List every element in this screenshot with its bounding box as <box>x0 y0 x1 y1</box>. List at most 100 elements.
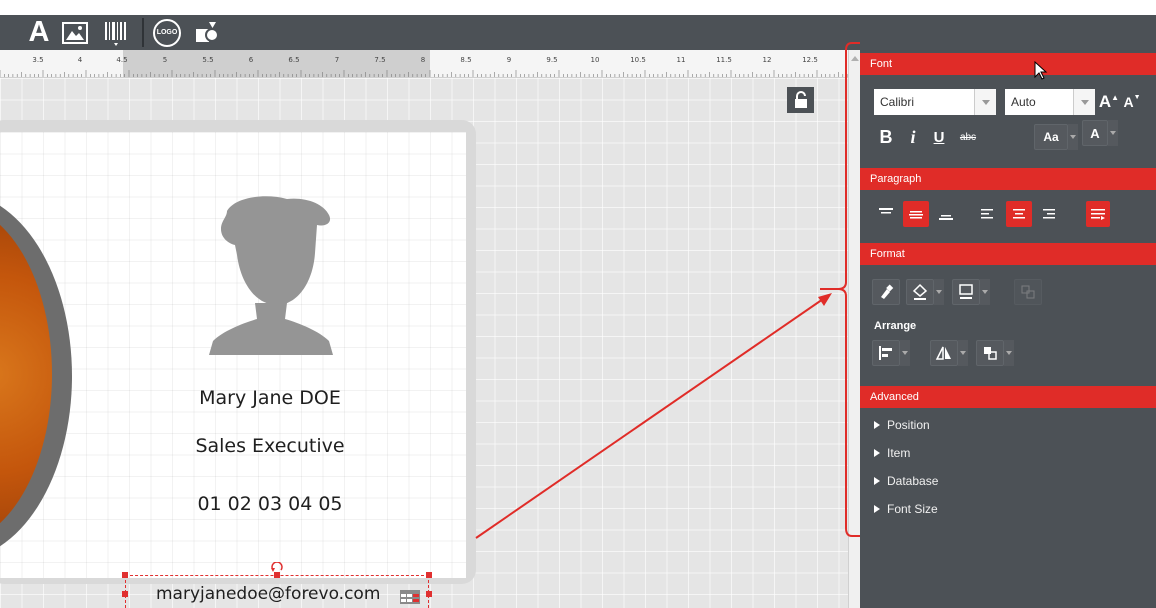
email-text[interactable]: maryjanedoe@forevo.com <box>156 584 380 604</box>
valign-middle-button[interactable] <box>903 201 929 227</box>
toolbar-separator <box>142 18 144 47</box>
bold-button[interactable]: B <box>874 124 898 150</box>
phone-text[interactable]: 01 02 03 04 05 <box>140 493 400 515</box>
shrink-font-icon: A <box>1123 94 1134 110</box>
email-text-selection[interactable]: maryjanedoe@forevo.com <box>122 562 432 608</box>
photo-image <box>0 204 52 544</box>
paragraph-section-header[interactable]: Paragraph <box>860 168 1156 190</box>
font-color-button[interactable]: A <box>1082 120 1108 146</box>
lock-button[interactable] <box>787 87 814 113</box>
design-canvas[interactable]: Mary Jane DOE Sales Executive 01 02 03 0… <box>0 78 848 608</box>
advanced-item-font-size[interactable]: Font Size <box>874 502 938 516</box>
advanced-item-position[interactable]: Position <box>874 418 930 432</box>
ruler-label: 12.5 <box>802 56 818 64</box>
font-family-select[interactable]: Calibri <box>874 89 974 115</box>
align-right-icon <box>1043 209 1055 219</box>
flip-dropdown-icon[interactable] <box>958 340 968 366</box>
align-center-icon <box>1013 209 1025 219</box>
flip-button[interactable] <box>930 340 958 366</box>
ruler-label: 9.5 <box>546 56 558 64</box>
ruler-label: 9 <box>506 56 512 64</box>
photo-frame[interactable] <box>0 192 72 560</box>
resize-handle[interactable] <box>426 572 432 578</box>
layer-order-icon <box>984 347 997 360</box>
image-tool-button[interactable] <box>60 18 90 47</box>
expand-arrow-icon <box>874 477 880 485</box>
resize-handle[interactable] <box>122 591 128 597</box>
ruler-label: 7 <box>334 56 340 64</box>
align-objects-icon <box>879 346 892 360</box>
logo-tool-icon: LOGO <box>153 18 181 47</box>
align-right-button[interactable] <box>1038 201 1060 227</box>
font-size-select[interactable]: Auto <box>1005 89 1073 115</box>
format-section-header[interactable]: Format <box>860 243 1156 265</box>
align-middle-icon <box>909 211 923 219</box>
resize-handle[interactable] <box>122 572 128 578</box>
align-bottom-icon <box>939 215 953 220</box>
font-size-dropdown-icon[interactable] <box>1073 89 1095 115</box>
advanced-item-item[interactable]: Item <box>874 446 910 460</box>
logo-tool-button[interactable]: LOGO <box>152 18 182 47</box>
ruler-label: 12 <box>762 56 772 64</box>
ruler-ticks <box>0 70 848 77</box>
align-objects-button[interactable] <box>872 340 900 366</box>
align-left-button[interactable] <box>976 201 998 227</box>
align-center-button[interactable] <box>1006 201 1032 227</box>
word-wrap-button[interactable] <box>1086 201 1110 227</box>
resize-handle[interactable] <box>426 591 432 597</box>
avatar-placeholder-icon[interactable] <box>205 193 335 355</box>
business-card[interactable]: Mary Jane DOE Sales Executive 01 02 03 0… <box>0 132 466 608</box>
text-case-button[interactable]: Aa <box>1034 124 1068 150</box>
ruler-label: 6 <box>248 56 254 64</box>
grow-font-button[interactable]: A ▲ <box>1098 89 1120 115</box>
ruler-label: 4.5 <box>116 56 128 64</box>
border-color-button[interactable] <box>952 279 980 305</box>
ruler-label: 10.5 <box>630 56 646 64</box>
order-button[interactable] <box>976 340 1004 366</box>
border-color-dropdown-icon[interactable] <box>980 279 990 305</box>
barcode-tool-button[interactable] <box>102 18 130 47</box>
font-family-dropdown-icon[interactable] <box>974 89 996 115</box>
align-top-icon <box>879 208 893 214</box>
fill-color-dropdown-icon[interactable] <box>934 279 944 305</box>
word-wrap-icon <box>1091 209 1105 220</box>
italic-button[interactable]: i <box>902 124 924 150</box>
barcode-tool-icon <box>105 21 126 46</box>
scroll-up-icon[interactable] <box>851 56 859 61</box>
fill-color-button[interactable] <box>906 279 934 305</box>
vertical-scrollbar[interactable] <box>848 50 860 608</box>
shapes-tool-button[interactable] <box>192 18 224 47</box>
advanced-section-header[interactable]: Advanced <box>860 386 1156 408</box>
group-button[interactable] <box>1014 279 1042 305</box>
fill-bucket-icon <box>912 283 928 300</box>
person-name-text[interactable]: Mary Jane DOE <box>140 387 400 409</box>
expand-arrow-icon <box>874 449 880 457</box>
lock-icon <box>794 91 807 108</box>
align-objects-dropdown-icon[interactable] <box>900 340 910 366</box>
text-tool-button[interactable]: A <box>24 16 54 48</box>
image-tool-icon <box>62 21 88 44</box>
border-icon <box>959 284 973 299</box>
font-color-dropdown-icon[interactable] <box>1108 120 1118 146</box>
advanced-item-database[interactable]: Database <box>874 474 938 488</box>
text-case-dropdown-icon[interactable] <box>1068 124 1078 150</box>
ruler-label: 10 <box>590 56 600 64</box>
top-toolbar: A LOGO <box>0 15 1156 50</box>
ruler-label: 4 <box>77 56 83 64</box>
order-dropdown-icon[interactable] <box>1004 340 1014 366</box>
format-painter-button[interactable] <box>872 279 900 305</box>
group-icon <box>1021 285 1035 299</box>
format-painter-icon <box>881 284 894 299</box>
job-title-text[interactable]: Sales Executive <box>140 435 400 457</box>
database-field-icon <box>400 590 420 604</box>
valign-bottom-button[interactable] <box>934 201 958 227</box>
rotate-handle-icon[interactable] <box>269 562 285 574</box>
strikethrough-button[interactable]: abc <box>954 124 982 150</box>
ruler-label: 8.5 <box>460 56 472 64</box>
underline-button[interactable]: U <box>928 124 950 150</box>
shrink-font-button[interactable]: A ▼ <box>1122 89 1142 115</box>
horizontal-ruler: 3.5 4 4.5 5 5.5 6 6.5 7 7.5 8 8.5 9 9.5 … <box>0 50 848 78</box>
valign-top-button[interactable] <box>874 201 898 227</box>
expand-arrow-icon <box>874 421 880 429</box>
font-section-header[interactable]: Font <box>860 53 1156 75</box>
